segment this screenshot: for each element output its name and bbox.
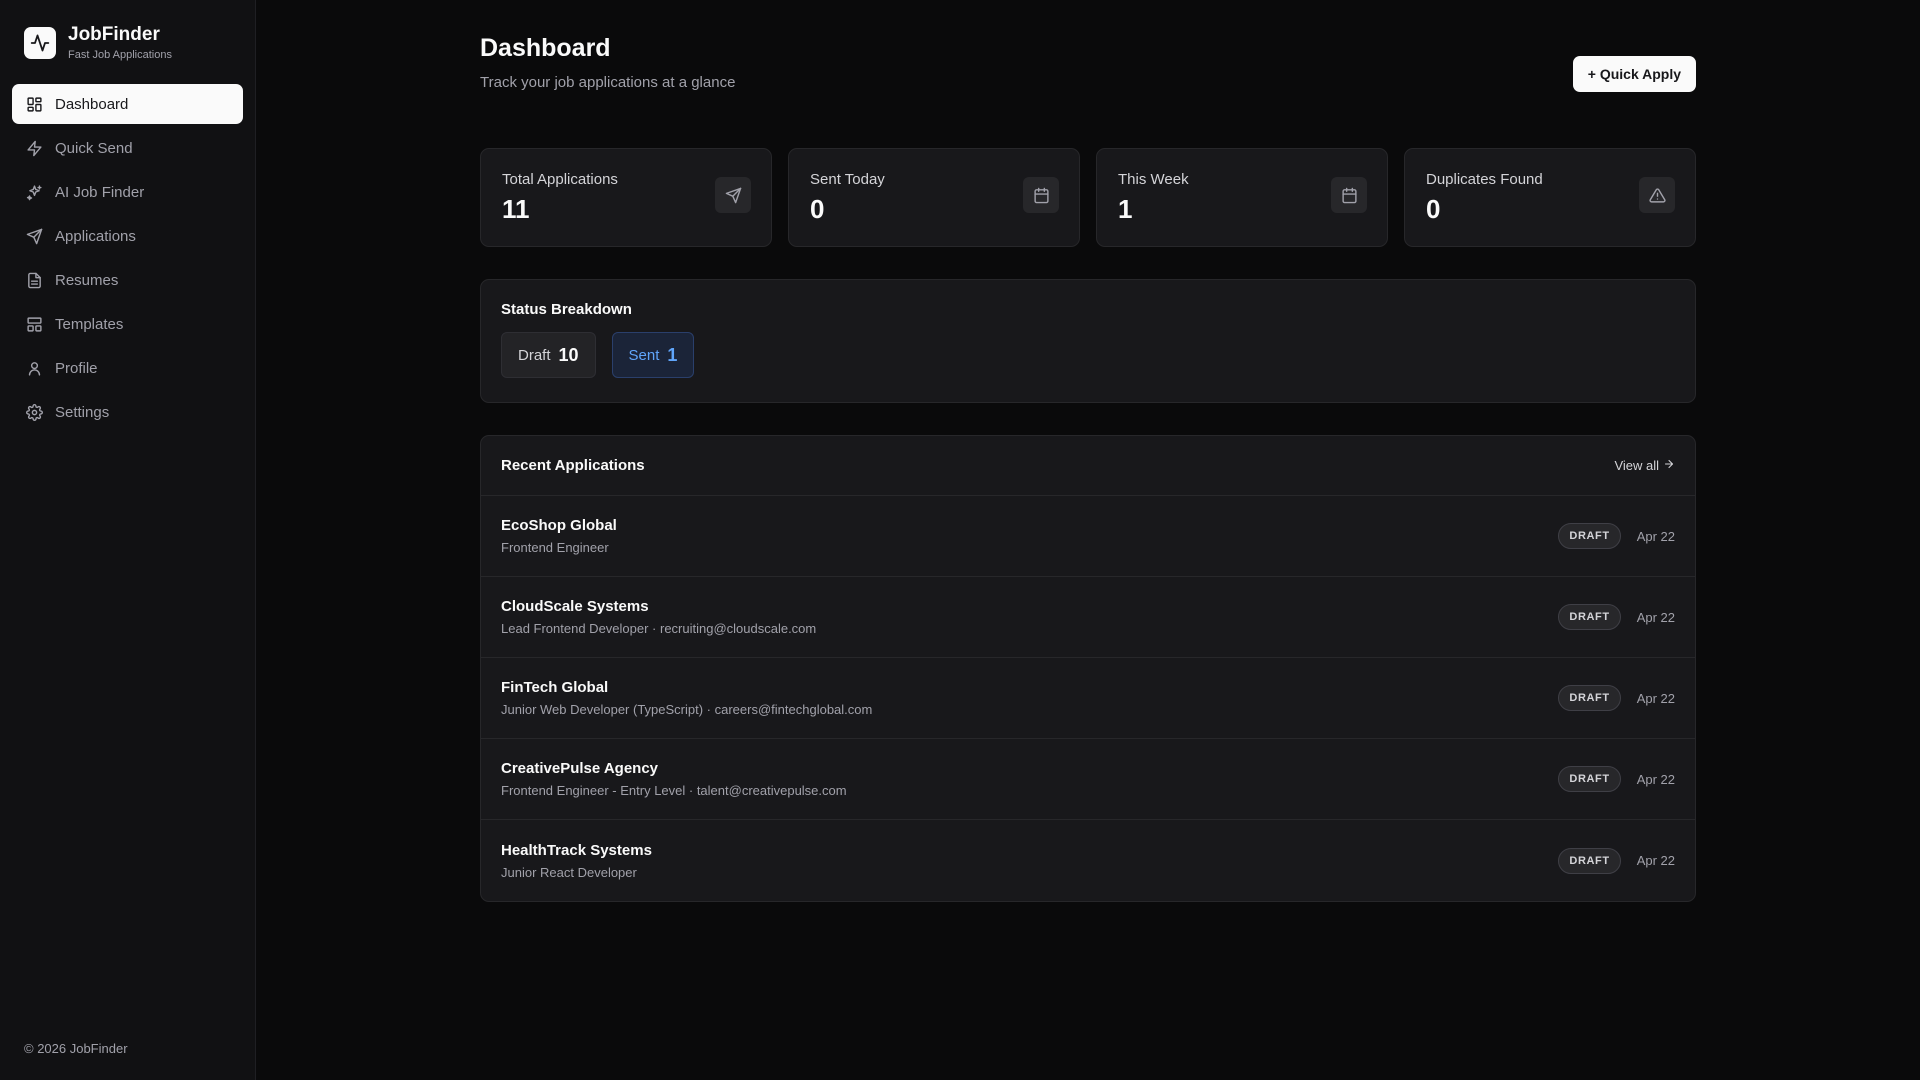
brand-subtitle: Fast Job Applications [68, 49, 172, 61]
sidebar-nav: Dashboard Quick Send AI Job Finder Appli… [0, 84, 255, 432]
sidebar-item-profile[interactable]: Profile [12, 348, 243, 388]
stat-label: Sent Today [810, 171, 885, 188]
row-date: Apr 22 [1636, 853, 1675, 868]
stat-card-this-week: This Week 1 [1096, 148, 1388, 247]
row-detail: Junior Web Developer (TypeScript) · care… [501, 702, 873, 717]
sidebar-item-label: Resumes [55, 271, 119, 289]
view-all-label: View all [1614, 458, 1659, 473]
view-all-link[interactable]: View all [1614, 458, 1675, 473]
stat-label: Duplicates Found [1426, 171, 1543, 188]
gear-icon [25, 403, 43, 421]
table-row[interactable]: HealthTrack Systems Junior React Develop… [481, 820, 1695, 901]
sidebar-footer: © 2026 JobFinder [24, 1041, 128, 1056]
chip-count: 1 [667, 344, 678, 365]
row-detail: Lead Frontend Developer · recruiting@clo… [501, 621, 817, 636]
sidebar-item-label: Profile [55, 359, 98, 377]
row-date: Apr 22 [1636, 771, 1675, 787]
sidebar-item-label: Quick Send [55, 139, 133, 157]
chip-count: 10 [558, 344, 579, 365]
section-title: Recent Applications [501, 457, 645, 474]
sidebar-item-label: Templates [55, 315, 124, 333]
warning-icon [1639, 177, 1675, 213]
status-badge: DRAFT [1558, 523, 1621, 549]
sidebar-item-ai-job-finder[interactable]: AI Job Finder [12, 172, 243, 212]
lightning-icon [25, 139, 43, 157]
sidebar-item-dashboard[interactable]: Dashboard [12, 84, 243, 124]
sidebar-item-label: Settings [55, 403, 110, 421]
sidebar-item-resumes[interactable]: Resumes [12, 260, 243, 300]
row-detail: Frontend Engineer [501, 540, 609, 555]
user-icon [25, 359, 43, 377]
stat-value: 0 [1426, 194, 1441, 224]
row-company: EcoShop Global [501, 517, 617, 534]
row-company: HealthTrack Systems [501, 841, 652, 859]
status-badge: DRAFT [1558, 685, 1621, 711]
calendar-icon [1023, 177, 1059, 213]
status-badge: DRAFT [1558, 604, 1621, 630]
sidebar-item-quick-send[interactable]: Quick Send [12, 128, 243, 168]
chip-label: Sent [628, 346, 660, 364]
arrow-right-icon [1663, 458, 1675, 473]
row-detail: Junior React Developer [501, 864, 637, 880]
row-company: CreativePulse Agency [501, 760, 659, 777]
app-root: JobFinder Fast Job Applications Dashboar… [0, 0, 1920, 1080]
row-date: Apr 22 [1636, 528, 1675, 544]
recent-applications-card: Recent Applications View all EcoShop Glo… [480, 435, 1696, 902]
send-icon [715, 177, 751, 213]
table-row[interactable]: CloudScale Systems Lead Frontend Develop… [481, 577, 1695, 658]
activity-logo-icon [24, 27, 56, 59]
sidebar-item-label: AI Job Finder [55, 183, 145, 201]
stat-value: 11 [502, 194, 530, 224]
row-detail: Frontend Engineer - Entry Level · talent… [501, 783, 847, 798]
row-date: Apr 22 [1636, 609, 1675, 625]
table-row[interactable]: FinTech Global Junior Web Developer (Typ… [481, 658, 1695, 739]
brand-name: JobFinder [68, 24, 160, 45]
row-company: CloudScale Systems [501, 598, 649, 615]
sidebar-item-settings[interactable]: Settings [12, 392, 243, 432]
main-content: Dashboard Track your job applications at… [256, 0, 1920, 1080]
send-icon [25, 227, 43, 245]
table-row[interactable]: EcoShop Global Frontend Engineer DRAFT A… [481, 496, 1695, 577]
chip-label: Draft [518, 346, 551, 364]
status-chip-draft[interactable]: Draft 10 [501, 332, 596, 378]
document-icon [25, 271, 43, 289]
status-chips: Draft 10 Sent 1 [501, 332, 1675, 378]
row-company: FinTech Global [501, 679, 609, 696]
page-subtitle: Track your job applications at a glance [480, 74, 736, 91]
brand[interactable]: JobFinder Fast Job Applications [0, 0, 255, 84]
sidebar-item-label: Dashboard [55, 95, 129, 113]
stat-value: 1 [1118, 194, 1133, 224]
stat-value: 0 [810, 194, 825, 224]
status-badge: DRAFT [1558, 766, 1621, 792]
dashboard-icon [25, 95, 43, 113]
status-badge: DRAFT [1558, 847, 1621, 874]
stats-row: Total Applications 11 Sent Today 0 This … [480, 148, 1696, 247]
stat-label: Total Applications [502, 171, 618, 188]
stat-card-sent-today: Sent Today 0 [788, 148, 1080, 247]
sidebar: JobFinder Fast Job Applications Dashboar… [0, 0, 256, 1080]
stat-card-total-applications: Total Applications 11 [480, 148, 772, 247]
table-row[interactable]: CreativePulse Agency Frontend Engineer -… [481, 739, 1695, 820]
sparkles-icon [25, 183, 43, 201]
page-title: Dashboard [480, 34, 611, 62]
sidebar-item-templates[interactable]: Templates [12, 304, 243, 344]
row-date: Apr 22 [1636, 690, 1675, 706]
recent-applications-header: Recent Applications View all [481, 436, 1695, 496]
template-icon [25, 315, 43, 333]
page-header: Dashboard Track your job applications at… [480, 30, 1696, 148]
status-chip-sent[interactable]: Sent 1 [611, 332, 695, 378]
section-title: Status Breakdown [501, 301, 632, 318]
stat-card-duplicates-found: Duplicates Found 0 [1404, 148, 1696, 247]
stat-label: This Week [1118, 171, 1189, 188]
status-breakdown-card: Status Breakdown Draft 10 Sent 1 [480, 279, 1696, 403]
sidebar-item-applications[interactable]: Applications [12, 216, 243, 256]
calendar-icon [1331, 177, 1367, 213]
quick-apply-button[interactable]: + Quick Apply [1572, 56, 1696, 92]
sidebar-item-label: Applications [55, 227, 136, 245]
